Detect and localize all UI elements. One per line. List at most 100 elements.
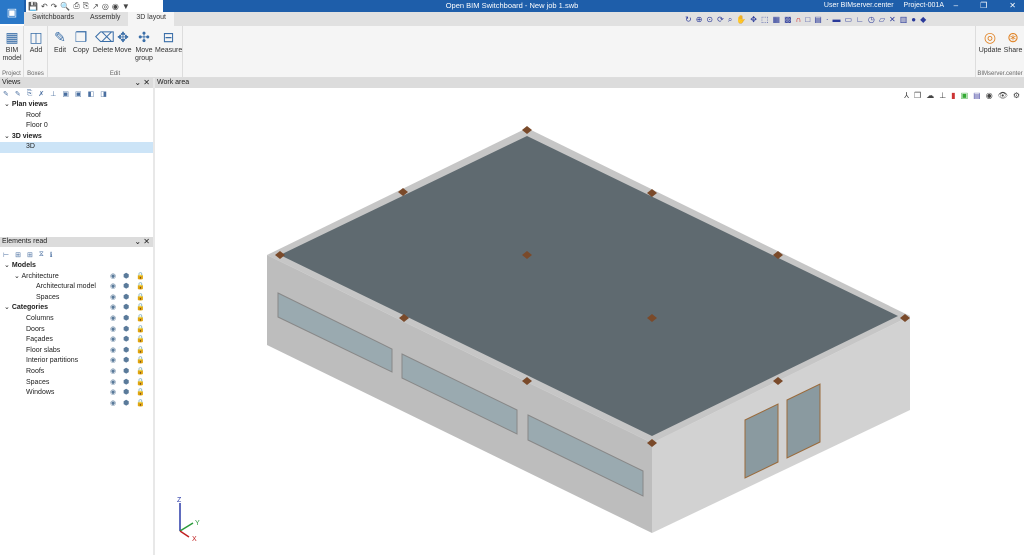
tab-assembly[interactable]: Assembly bbox=[82, 12, 128, 26]
filter-icon[interactable]: ⧖ bbox=[39, 251, 44, 259]
delete-view-icon[interactable]: ✗ bbox=[38, 90, 44, 98]
move-button[interactable]: ✥ Move bbox=[114, 29, 132, 55]
axes-icon[interactable]: ⅄ bbox=[904, 91, 909, 100]
magnet-icon[interactable]: ∩ bbox=[796, 15, 802, 24]
zoom-icon[interactable]: ⊙ bbox=[706, 15, 713, 24]
chevron-down-icon[interactable]: ⌄ bbox=[4, 304, 12, 311]
share-button[interactable]: ⊛ Share bbox=[1002, 29, 1024, 55]
color-icon[interactable]: ▮ bbox=[951, 91, 955, 100]
grid-icon[interactable]: ⊞ bbox=[27, 251, 33, 259]
camera-icon[interactable]: ▣ bbox=[62, 90, 69, 98]
point-icon[interactable]: · bbox=[826, 15, 829, 24]
tree-item[interactable]: Spaces ◉ ⬢ 🔒 bbox=[0, 378, 153, 397]
snap-icon[interactable]: ▩ bbox=[784, 15, 792, 24]
book-icon[interactable]: ◆ bbox=[920, 15, 926, 24]
expand-icon[interactable]: ⊢ bbox=[3, 251, 9, 259]
eye-icon[interactable]: ◉ bbox=[110, 399, 116, 410]
section-icon[interactable]: ⊥ bbox=[939, 91, 946, 100]
tree-item[interactable]: Doors ◉ ⬢ 🔒 bbox=[0, 325, 153, 344]
undo-icon[interactable]: ↶ bbox=[41, 2, 48, 11]
chevron-down-icon[interactable]: ⌄ bbox=[134, 78, 141, 87]
tree-node-3d-views[interactable]: ⌄ 3D views bbox=[0, 132, 153, 143]
grid-add-icon[interactable]: ⊞ bbox=[15, 251, 21, 259]
move-view-icon[interactable]: ✥ bbox=[750, 15, 757, 24]
edit-view-icon[interactable]: ✎ bbox=[15, 90, 21, 98]
app-menu-button[interactable]: ▣ bbox=[0, 0, 24, 24]
export-icon[interactable]: ↗ bbox=[92, 2, 99, 11]
bim-model-button[interactable]: ▦ BIM model bbox=[1, 29, 23, 63]
move-group-button[interactable]: ✣ Move group bbox=[133, 29, 155, 63]
user-link[interactable]: User BIMserver.center bbox=[824, 2, 894, 9]
tree-item[interactable]: ⌄ Models ◉ ⬢ 🔒 bbox=[0, 261, 153, 280]
save-icon[interactable]: 💾 bbox=[28, 2, 38, 11]
tree-item[interactable]: Façades ◉ ⬢ 🔒 bbox=[0, 335, 153, 354]
new-view-icon[interactable]: ✎ bbox=[3, 90, 9, 98]
mesh-icon[interactable]: ▤ bbox=[814, 15, 822, 24]
settings-icon[interactable]: ⚙ bbox=[1013, 91, 1020, 100]
layers2-icon[interactable]: ◨ bbox=[100, 90, 107, 98]
dimension-icon[interactable]: ▬ bbox=[832, 15, 840, 24]
bimserver-share-icon[interactable]: ◉ bbox=[112, 2, 119, 11]
zoom-window-icon[interactable]: ⊕ bbox=[696, 15, 703, 24]
tree-item[interactable]: Roofs ◉ ⬢ 🔒 bbox=[0, 367, 153, 386]
update-button[interactable]: ◎ Update bbox=[978, 29, 1002, 55]
chevron-down-icon[interactable]: ⌄ bbox=[4, 262, 12, 269]
measure-button[interactable]: ⊟ Measure bbox=[155, 29, 182, 55]
tree-item[interactable]: Columns ◉ ⬢ 🔒 bbox=[0, 314, 153, 333]
tools-icon[interactable]: ✕ bbox=[889, 15, 896, 24]
tree-item[interactable]: ⌄ Architecture ◉ ⬢ 🔒 bbox=[0, 272, 153, 291]
copy-button[interactable]: ❐ Copy bbox=[71, 29, 91, 55]
tree-item[interactable]: Spaces ◉ ⬢ 🔒 bbox=[0, 293, 153, 312]
tree-item[interactable]: Interior partitions ◉ ⬢ 🔒 bbox=[0, 356, 153, 375]
print-preview-icon[interactable]: ⎘ bbox=[83, 1, 89, 11]
clock-icon[interactable]: ◷ bbox=[868, 15, 875, 24]
eye-icon[interactable]: 👁 bbox=[998, 91, 1008, 100]
angle-icon[interactable]: ∟ bbox=[856, 15, 864, 24]
globe-icon[interactable]: ● bbox=[911, 15, 916, 24]
work-area-viewport[interactable]: Z Y X bbox=[155, 88, 1024, 555]
layout-icon[interactable]: ▥ bbox=[900, 15, 908, 24]
grid-icon[interactable]: ▦ bbox=[773, 15, 781, 24]
redo-icon[interactable]: ↷ bbox=[51, 2, 58, 11]
chevron-down-icon[interactable]: ⌄ bbox=[4, 101, 10, 108]
lock-icon[interactable]: 🔒 bbox=[136, 399, 145, 410]
chevron-down-icon[interactable]: ⌄ bbox=[134, 237, 141, 246]
select-icon[interactable]: ⬚ bbox=[761, 15, 769, 24]
project-link[interactable]: Project-001A bbox=[904, 2, 944, 9]
level-icon[interactable]: ⊥ bbox=[50, 90, 56, 98]
render-icon[interactable]: ◉ bbox=[986, 91, 993, 100]
building-3d-model[interactable] bbox=[155, 88, 1024, 555]
print-icon[interactable]: ⎙ bbox=[73, 1, 79, 11]
tree-item[interactable]: Floor slabs ◉ ⬢ 🔒 bbox=[0, 346, 153, 365]
bimserver-icon[interactable]: ◎ bbox=[102, 2, 109, 11]
copy-view-icon[interactable]: ⎘ bbox=[27, 90, 33, 98]
orbit-icon[interactable]: ↻ bbox=[685, 15, 692, 24]
close-icon[interactable]: ✕ bbox=[143, 78, 150, 87]
comment-icon[interactable]: ▱ bbox=[879, 15, 885, 24]
zoom-extents-icon[interactable]: ⌕ bbox=[728, 15, 732, 25]
tree-item-roof[interactable]: Roof bbox=[0, 111, 153, 122]
tree-item-floor-0[interactable]: Floor 0 bbox=[0, 121, 153, 132]
plan-icon[interactable]: ▤ bbox=[973, 91, 981, 100]
cloud-icon[interactable]: ☁ bbox=[926, 91, 934, 100]
layers-icon[interactable]: ◧ bbox=[88, 90, 95, 98]
tab-switchboards[interactable]: Switchboards bbox=[24, 12, 82, 26]
delete-button[interactable]: ⌫ Delete bbox=[92, 29, 115, 55]
add-button[interactable]: ◫ Add bbox=[26, 29, 46, 55]
rotate-icon[interactable]: ⟳ bbox=[717, 15, 724, 24]
tree-node-plan-views[interactable]: ⌄ Plan views bbox=[0, 100, 153, 111]
settings-icon[interactable]: ⬢ bbox=[123, 399, 129, 410]
customize-icon[interactable]: ▼ bbox=[122, 2, 130, 11]
restore-button[interactable]: ❐ bbox=[980, 1, 987, 10]
info-icon[interactable]: ℹ bbox=[50, 251, 53, 259]
tree-item[interactable]: Architectural model ◉ ⬢ 🔒 bbox=[0, 282, 153, 301]
chevron-down-icon[interactable]: ⌄ bbox=[4, 133, 10, 140]
ortho-icon[interactable]: □ bbox=[805, 15, 810, 24]
pan-icon[interactable]: ✋ bbox=[736, 15, 746, 24]
edit-button[interactable]: ✎ Edit bbox=[51, 29, 69, 55]
cube-icon[interactable]: ❒ bbox=[914, 91, 921, 100]
tree-item[interactable]: ⌄ Categories ◉ ⬢ 🔒 bbox=[0, 303, 153, 322]
close-button[interactable]: ✕ bbox=[1009, 1, 1016, 10]
tree-item-3d[interactable]: 3D bbox=[0, 142, 153, 153]
green-icon[interactable]: ▣ bbox=[961, 91, 969, 100]
